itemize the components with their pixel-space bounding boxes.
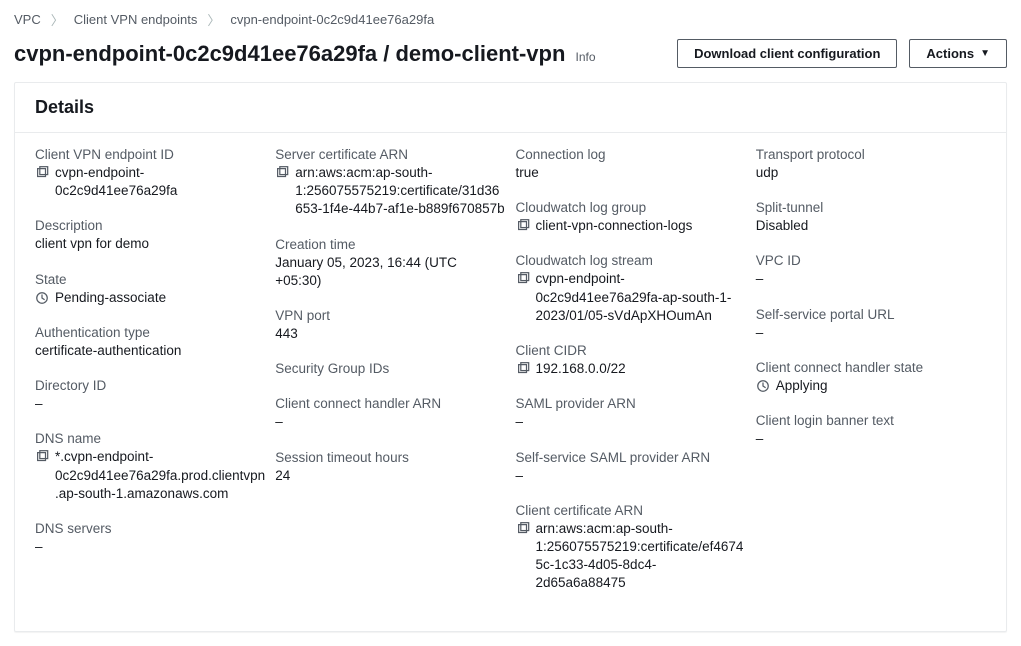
copy-icon[interactable] — [516, 522, 530, 536]
breadcrumb: VPC 〉 Client VPN endpoints 〉 cvpn-endpoi… — [0, 0, 1021, 37]
page-title: cvpn-endpoint-0c2c9d41ee76a29fa / demo-c… — [14, 41, 665, 67]
breadcrumb-endpoints[interactable]: Client VPN endpoints — [74, 12, 198, 27]
copy-icon[interactable] — [516, 272, 530, 286]
copy-icon[interactable] — [516, 362, 530, 376]
cw-stream-label: Cloudwatch log stream — [516, 253, 746, 268]
endpoint-id-value: cvpn-endpoint-0c2c9d41ee76a29fa — [55, 164, 265, 200]
status-pending-icon — [35, 291, 49, 305]
vpn-port-value: 443 — [275, 325, 505, 343]
conn-log-label: Connection log — [516, 147, 746, 162]
client-cidr-label: Client CIDR — [516, 343, 746, 358]
cw-stream-value: cvpn-endpoint-0c2c9d41ee76a29fa-ap-south… — [536, 270, 746, 325]
timeout-value: 24 — [275, 467, 505, 485]
client-cert-value: arn:aws:acm:ap-south-1:256075575219:cert… — [536, 520, 746, 593]
client-cert-label: Client certificate ARN — [516, 503, 746, 518]
directory-id-label: Directory ID — [35, 378, 265, 393]
sg-ids-label: Security Group IDs — [275, 361, 505, 376]
vpc-id-label: VPC ID — [756, 253, 986, 268]
details-col-3: Connection log true Cloudwatch log group… — [516, 147, 746, 611]
cch-arn-label: Client connect handler ARN — [275, 396, 505, 411]
vpc-id-value: – — [756, 270, 986, 288]
cch-state-label: Client connect handler state — [756, 360, 986, 375]
split-tunnel-label: Split-tunnel — [756, 200, 986, 215]
ss-portal-label: Self-service portal URL — [756, 307, 986, 322]
info-link[interactable]: Info — [576, 50, 596, 64]
chevron-right-icon: 〉 — [51, 10, 64, 29]
panel-title: Details — [15, 83, 1006, 133]
saml-value: – — [516, 413, 746, 431]
transport-value: udp — [756, 164, 986, 182]
ss-saml-label: Self-service SAML provider ARN — [516, 450, 746, 465]
description-label: Description — [35, 218, 265, 233]
vpn-port-label: VPN port — [275, 308, 505, 323]
auth-type-value: certificate-authentication — [35, 342, 265, 360]
copy-icon[interactable] — [35, 450, 49, 464]
dns-servers-value: – — [35, 538, 265, 556]
timeout-label: Session timeout hours — [275, 450, 505, 465]
cch-arn-value: – — [275, 413, 505, 431]
ss-saml-value: – — [516, 467, 746, 485]
dns-servers-label: DNS servers — [35, 521, 265, 536]
copy-icon[interactable] — [516, 219, 530, 233]
caret-down-icon: ▼ — [980, 48, 990, 59]
copy-icon[interactable] — [35, 166, 49, 180]
title-text: cvpn-endpoint-0c2c9d41ee76a29fa / demo-c… — [14, 41, 565, 66]
directory-id-value: – — [35, 395, 265, 413]
page-header: cvpn-endpoint-0c2c9d41ee76a29fa / demo-c… — [0, 37, 1021, 82]
actions-button[interactable]: Actions ▼ — [909, 39, 1007, 68]
details-col-4: Transport protocol udp Split-tunnel Disa… — [756, 147, 986, 611]
conn-log-value: true — [516, 164, 746, 182]
details-col-1: Client VPN endpoint ID cvpn-endpoint-0c2… — [35, 147, 265, 611]
state-label: State — [35, 272, 265, 287]
download-config-button[interactable]: Download client configuration — [677, 39, 897, 68]
state-value: Pending-associate — [55, 289, 265, 307]
creation-time-label: Creation time — [275, 237, 505, 252]
creation-time-value: January 05, 2023, 16:44 (UTC +05:30) — [275, 254, 505, 290]
cw-group-label: Cloudwatch log group — [516, 200, 746, 215]
details-panel: Details Client VPN endpoint ID cvpn-endp… — [14, 82, 1007, 632]
dns-name-value: *.cvpn-endpoint-0c2c9d41ee76a29fa.prod.c… — [55, 448, 265, 503]
dns-name-label: DNS name — [35, 431, 265, 446]
server-cert-label: Server certificate ARN — [275, 147, 505, 162]
breadcrumb-leaf: cvpn-endpoint-0c2c9d41ee76a29fa — [230, 12, 434, 27]
chevron-right-icon: 〉 — [207, 10, 220, 29]
endpoint-id-label: Client VPN endpoint ID — [35, 147, 265, 162]
split-tunnel-value: Disabled — [756, 217, 986, 235]
saml-label: SAML provider ARN — [516, 396, 746, 411]
copy-icon[interactable] — [275, 166, 289, 180]
ss-portal-value: – — [756, 324, 986, 342]
status-applying-icon — [756, 379, 770, 393]
description-value: client vpn for demo — [35, 235, 265, 253]
banner-value: – — [756, 430, 986, 448]
auth-type-label: Authentication type — [35, 325, 265, 340]
actions-label: Actions — [926, 46, 974, 61]
cw-group-value: client-vpn-connection-logs — [536, 217, 746, 235]
banner-label: Client login banner text — [756, 413, 986, 428]
breadcrumb-root[interactable]: VPC — [14, 12, 41, 27]
cch-state-value: Applying — [776, 377, 986, 395]
details-col-2: Server certificate ARN arn:aws:acm:ap-so… — [275, 147, 505, 611]
server-cert-value: arn:aws:acm:ap-south-1:256075575219:cert… — [295, 164, 505, 219]
client-cidr-value: 192.168.0.0/22 — [536, 360, 746, 378]
transport-label: Transport protocol — [756, 147, 986, 162]
